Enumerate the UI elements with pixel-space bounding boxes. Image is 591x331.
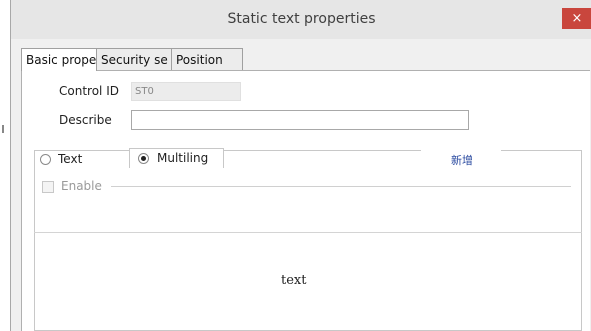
text-radio-label: Text bbox=[58, 152, 83, 166]
multilingual-radio[interactable] bbox=[138, 153, 149, 164]
describe-label: Describe bbox=[59, 113, 112, 127]
close-icon: × bbox=[571, 11, 583, 26]
tab-security-settings[interactable]: Security se bbox=[96, 48, 172, 70]
preview-divider bbox=[34, 232, 582, 233]
describe-input[interactable] bbox=[131, 110, 469, 130]
preview-text: text bbox=[281, 273, 307, 288]
window-title: Static text properties bbox=[227, 11, 376, 27]
multilingual-tab[interactable]: Multiling bbox=[129, 148, 224, 168]
control-id-label: Control ID bbox=[59, 84, 119, 98]
enable-label: Enable bbox=[61, 179, 102, 193]
close-button[interactable]: × bbox=[562, 8, 591, 29]
tab-basic-properties[interactable]: Basic prope bbox=[21, 48, 97, 71]
text-radio[interactable] bbox=[40, 154, 51, 165]
control-id-field: ST0 bbox=[131, 82, 241, 101]
enable-checkbox[interactable] bbox=[42, 181, 54, 193]
left-edge-mark bbox=[2, 125, 4, 133]
tab-position[interactable]: Position bbox=[171, 48, 243, 70]
text-settings-group bbox=[34, 150, 582, 331]
multilingual-radio-label: Multiling bbox=[157, 151, 209, 165]
title-bar[interactable]: Static text properties × bbox=[11, 0, 591, 39]
add-new-link[interactable]: 新增 bbox=[451, 152, 473, 168]
dialog-window: Static text properties × Basic prope Sec… bbox=[10, 0, 591, 331]
enable-separator bbox=[111, 186, 571, 187]
